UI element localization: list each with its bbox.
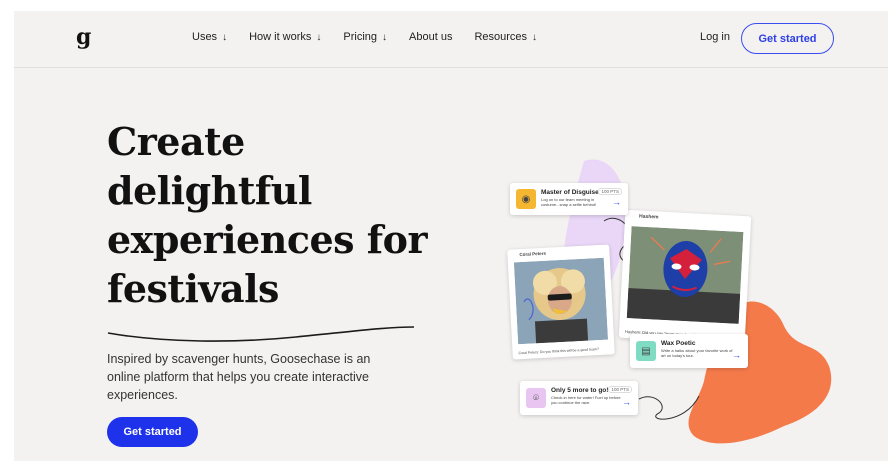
photo-submission-card: Coral Peters Coral Peters: Do you think … <box>507 244 615 360</box>
mission-title: Wax Poetic <box>661 340 696 347</box>
underline-squiggle <box>107 326 415 342</box>
nav-uses[interactable]: Uses ↓ <box>192 31 227 43</box>
headline-line: Create <box>107 119 245 164</box>
headline-line: festivals <box>107 266 279 311</box>
mission-card: ▤ Wax Poetic Write a haiku about your fa… <box>630 334 748 368</box>
photo-submission-card: Hashem Hashem: Did you say "team muscle … <box>618 209 752 345</box>
arrow-down-icon: ↓ <box>532 31 538 43</box>
nav-pricing[interactable]: Pricing ↓ <box>343 31 387 43</box>
nav-how-it-works[interactable]: How it works ↓ <box>249 31 321 43</box>
hero-headline: Create delightful experiences for festiv… <box>107 117 467 313</box>
mission-card: ⌾ Only 5 more to go! Check-in here for w… <box>520 381 638 415</box>
photo-wig-person <box>513 257 609 345</box>
goosechase-logo[interactable]: g <box>76 25 91 49</box>
nav-links: Uses ↓ How it works ↓ Pricing ↓ About us… <box>192 31 559 43</box>
nav-resources[interactable]: Resources ↓ <box>474 31 537 43</box>
top-navigation: g Uses ↓ How it works ↓ Pricing ↓ About … <box>14 11 888 68</box>
mission-title: Only 5 more to go! <box>551 387 609 394</box>
nav-resources-label: Resources <box>474 31 528 43</box>
get-started-hero-button[interactable]: Get started <box>107 417 198 447</box>
nav-uses-label: Uses <box>192 31 218 43</box>
mission-points: 100 PTS <box>598 188 622 195</box>
arrow-down-icon: ↓ <box>382 31 388 43</box>
photo-masked-man <box>626 226 744 324</box>
mission-description: Write a haiku about your favorite work o… <box>661 348 733 358</box>
hero-illustration: Hashem Hashem: Did you say "team muscle … <box>484 151 888 461</box>
photo-caption: Coral Peters: Do you think this will be … <box>518 346 599 355</box>
nav-about-us[interactable]: About us <box>409 31 452 43</box>
arrow-down-icon: ↓ <box>222 31 228 43</box>
nav-how-it-works-label: How it works <box>249 31 312 43</box>
hero-description: Inspired by scavenger hunts, Goosechase … <box>107 352 371 402</box>
headline-line: experiences for <box>107 217 428 262</box>
headline-line: delightful <box>107 168 312 213</box>
mission-card: ◉ Master of Disguise Log on to our team … <box>510 183 628 215</box>
document-icon: ▤ <box>636 341 656 361</box>
camera-icon: ◉ <box>516 189 536 209</box>
nav-about-us-label: About us <box>409 31 453 43</box>
get-started-nav-button[interactable]: Get started <box>741 23 834 54</box>
arrow-right-icon: → <box>622 397 631 407</box>
mission-points: 100 PTS <box>608 386 632 393</box>
login-link[interactable]: Log in <box>700 31 730 43</box>
mission-description: Log on to our team meeting in costume...… <box>541 197 597 207</box>
mission-title: Master of Disguise <box>541 189 599 196</box>
nav-pricing-label: Pricing <box>343 31 378 43</box>
location-pin-icon: ⌾ <box>526 388 546 408</box>
page: g Uses ↓ How it works ↓ Pricing ↓ About … <box>14 11 888 461</box>
arrow-right-icon: → <box>732 350 741 360</box>
arrow-down-icon: ↓ <box>316 31 322 43</box>
arrow-right-icon: → <box>612 197 621 207</box>
mission-description: Check-in here for water! Fuel up before … <box>551 395 621 405</box>
